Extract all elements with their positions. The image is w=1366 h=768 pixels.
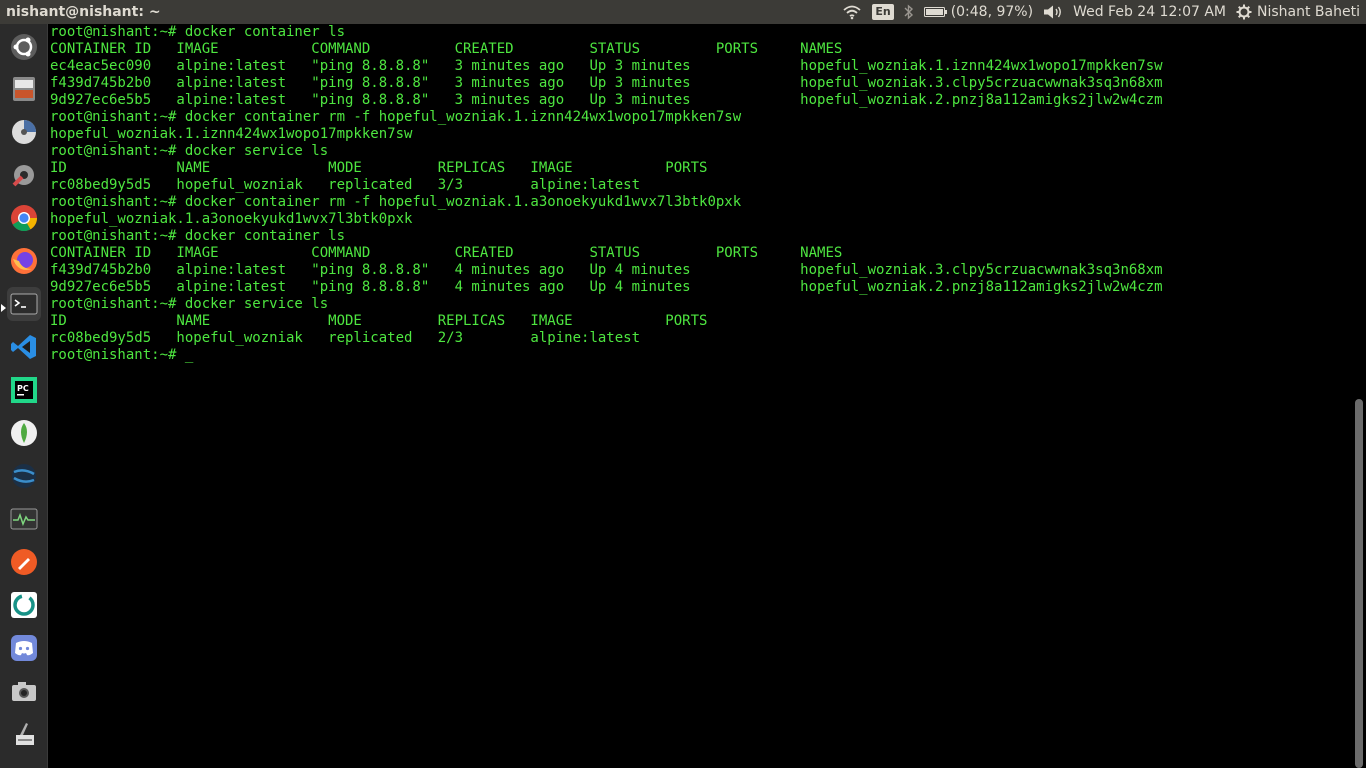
session-menu[interactable]: Nishant Baheti	[1236, 4, 1360, 20]
settings-gear-icon	[1236, 4, 1252, 20]
keyboard-layout-label: En	[872, 4, 894, 20]
terminal-line: root@nishant:~# docker container ls	[50, 228, 346, 244]
terminal-line: ID NAME MODE REPLICAS IMAGE PORTS	[50, 313, 708, 329]
user-name: Nishant Baheti	[1257, 4, 1360, 20]
launcher-mongodb[interactable]	[7, 416, 41, 450]
terminal-line: hopeful_wozniak.1.iznn424wx1wopo17mpkken…	[50, 126, 413, 142]
mongodb-icon	[11, 420, 37, 446]
chrome-icon	[11, 205, 38, 232]
terminal-line: 9d927ec6e5b5 alpine:latest "ping 8.8.8.8…	[50, 279, 1163, 295]
bluetooth-icon[interactable]	[904, 4, 914, 20]
terminal-line: 9d927ec6e5b5 alpine:latest "ping 8.8.8.8…	[50, 92, 1163, 108]
terminal-window[interactable]: root@nishant:~# docker container ls CONTA…	[48, 24, 1352, 768]
launcher-terminal[interactable]	[7, 287, 41, 321]
svg-text:PC: PC	[17, 384, 29, 393]
terminal-output: root@nishant:~# docker container ls CONTA…	[48, 24, 1352, 347]
keyboard-layout-indicator[interactable]: En	[872, 4, 894, 20]
usb-creator-icon	[16, 723, 34, 745]
battery-icon	[923, 7, 947, 17]
ubuntu-logo-icon	[11, 34, 37, 60]
battery-indicator[interactable]: (0:48, 97%)	[923, 4, 1034, 20]
launcher-usb-creator[interactable]	[7, 716, 41, 750]
gitkraken-icon	[11, 592, 37, 618]
disk-icon	[12, 120, 36, 144]
terminal-line: root@nishant:~# docker container rm -f h…	[50, 109, 742, 125]
terminal-scrollbar[interactable]	[1352, 24, 1366, 768]
launcher-postman[interactable]	[7, 545, 41, 579]
launcher-vscode[interactable]	[7, 330, 41, 364]
terminal-line: root@nishant:~# docker container ls	[50, 24, 346, 40]
terminal-line: rc08bed9y5d5 hopeful_wozniak replicated …	[50, 330, 641, 346]
firefox-icon	[11, 248, 37, 274]
terminal-line: root@nishant:~# docker service ls	[50, 296, 329, 312]
camera-icon	[12, 682, 36, 701]
terminal-line: ec4eac5ec090 alpine:latest "ping 8.8.8.8…	[50, 58, 1163, 74]
launcher: PC	[0, 24, 48, 768]
terminal-line: f439d745b2b0 alpine:latest "ping 8.8.8.8…	[50, 75, 1163, 91]
launcher-pycharm[interactable]: PC	[7, 373, 41, 407]
launcher-chrome[interactable]	[7, 201, 41, 235]
terminal-icon	[10, 293, 38, 315]
pycharm-icon: PC	[11, 377, 37, 403]
launcher-satellite[interactable]	[7, 459, 41, 493]
terminal-line: root@nishant:~# docker service ls	[50, 143, 329, 159]
launcher-camera[interactable]	[7, 674, 41, 708]
terminal-line: CONTAINER ID IMAGE COMMAND CREATED STATU…	[50, 245, 843, 261]
top-panel: nishant@nishant: ~ En (0:48, 97%) Wed Fe…	[0, 0, 1366, 24]
indicator-area: En (0:48, 97%) Wed Feb 24 12:07 AM Nisha…	[832, 0, 1366, 24]
launcher-gitkraken[interactable]	[7, 588, 41, 622]
terminal-line: CONTAINER ID IMAGE COMMAND CREATED STATU…	[50, 41, 843, 57]
launcher-disk-space[interactable]	[7, 115, 41, 149]
terminal-line: f439d745b2b0 alpine:latest "ping 8.8.8.8…	[50, 262, 1163, 278]
terminal-cursor: _	[184, 347, 194, 363]
terminal-line: ID NAME MODE REPLICAS IMAGE PORTS	[50, 160, 708, 176]
system-settings-icon	[12, 165, 34, 187]
volume-icon[interactable]	[1043, 4, 1063, 20]
terminal-prompt: root@nishant:~#	[50, 347, 185, 363]
launcher-file-cabinet[interactable]	[7, 72, 41, 106]
launcher-system-settings[interactable]	[7, 158, 41, 192]
system-monitor-icon	[10, 508, 38, 530]
scrollbar-thumb[interactable]	[1355, 399, 1363, 768]
terminal-line: hopeful_wozniak.1.a3onoekyukd1wvx7l3btk0…	[50, 211, 413, 227]
terminal-prompt-line[interactable]: root@nishant:~# _	[48, 347, 1352, 364]
active-app-indicator	[1, 304, 6, 312]
terminal-line: rc08bed9y5d5 hopeful_wozniak replicated …	[50, 177, 641, 193]
vscode-icon	[11, 335, 36, 359]
satellite-icon	[12, 464, 36, 488]
launcher-system-monitor[interactable]	[7, 502, 41, 536]
window-title: nishant@nishant: ~	[6, 4, 161, 20]
terminal-line: root@nishant:~# docker container rm -f h…	[50, 194, 742, 210]
ubuntu-dash-button[interactable]	[7, 30, 41, 64]
postman-icon	[11, 549, 37, 575]
file-cabinet-icon	[13, 77, 35, 101]
wifi-icon[interactable]	[842, 4, 862, 20]
battery-status: (0:48, 97%)	[950, 4, 1034, 20]
clock[interactable]: Wed Feb 24 12:07 AM	[1073, 4, 1226, 20]
launcher-discord[interactable]	[7, 631, 41, 665]
discord-icon	[11, 635, 37, 661]
launcher-firefox[interactable]	[7, 244, 41, 278]
